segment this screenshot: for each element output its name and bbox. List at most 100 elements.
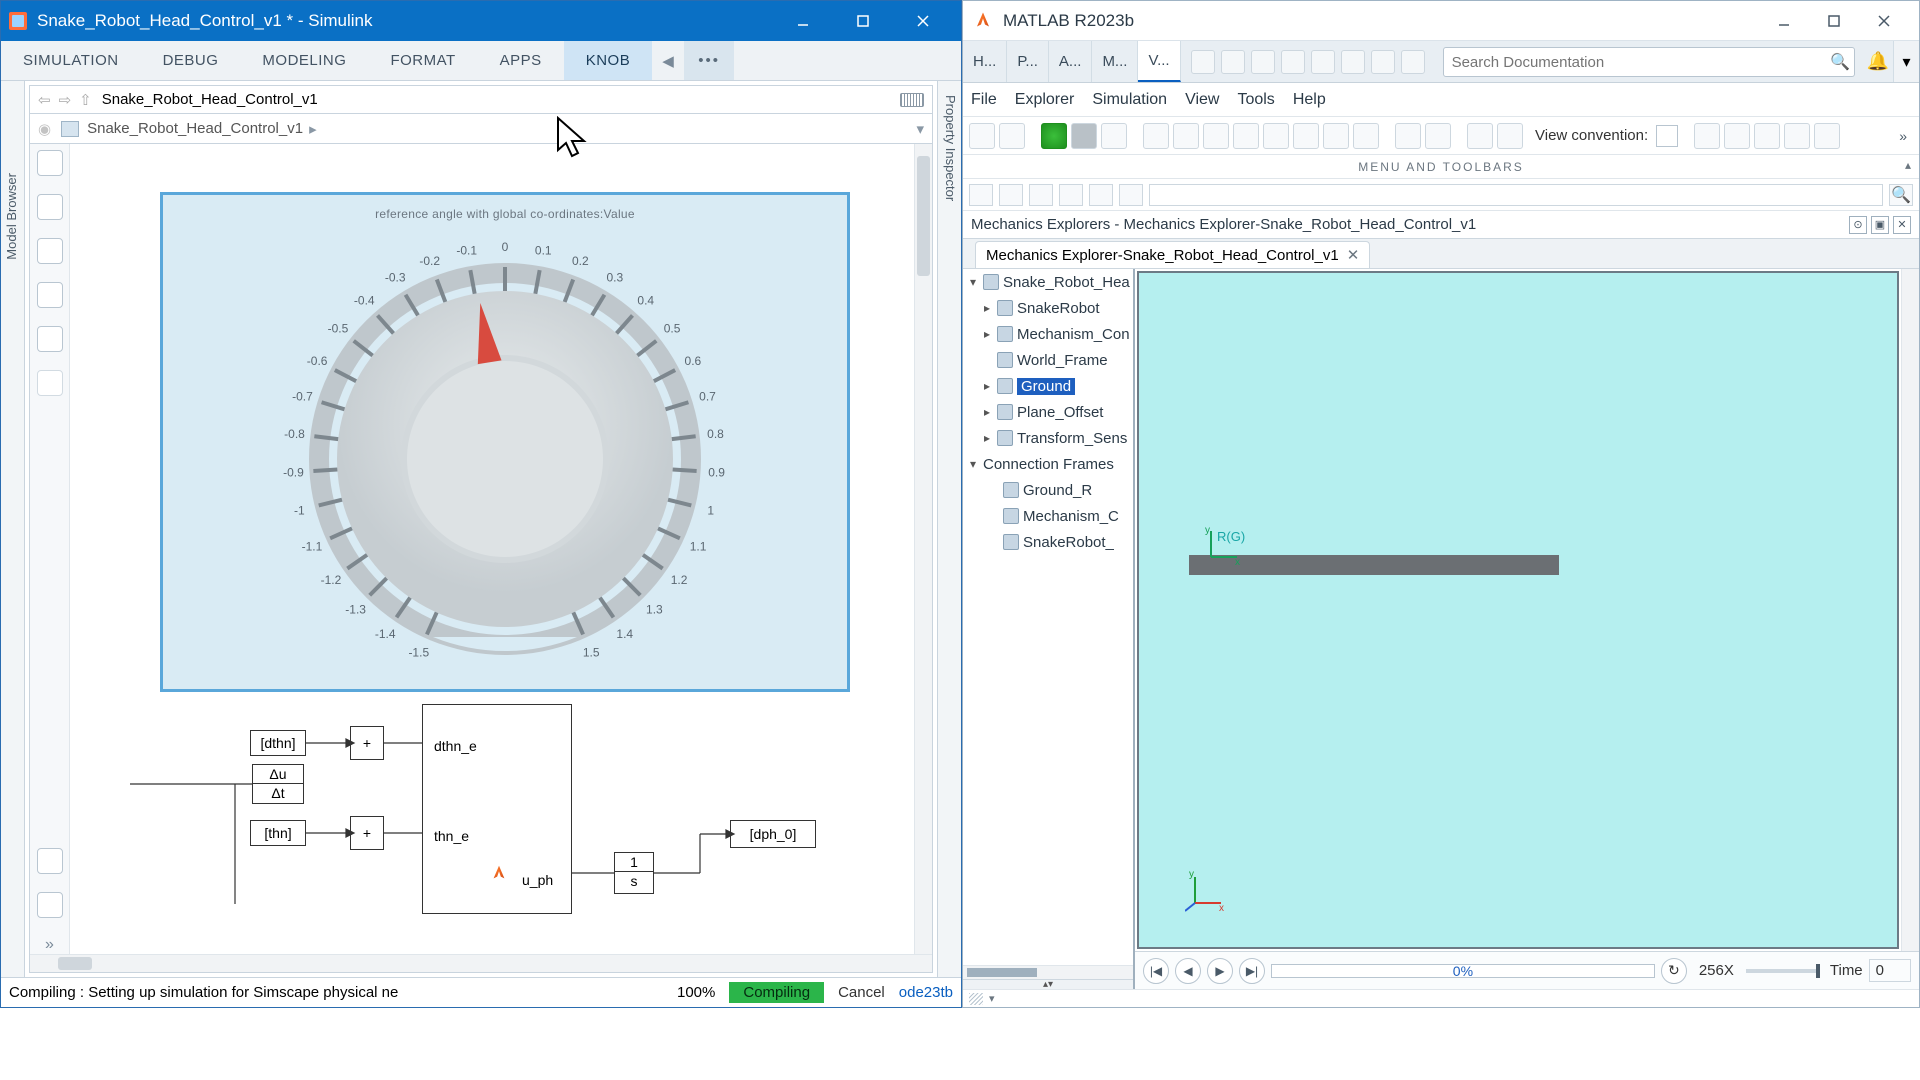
tree-root[interactable]: Snake_Robot_Hea — [1003, 274, 1130, 291]
tree-horiz-scrollbar[interactable] — [963, 965, 1133, 979]
tree-snakerobot[interactable]: SnakeRobot — [1017, 300, 1100, 317]
view-vertical-scrollbar[interactable] — [1901, 269, 1919, 951]
toolbar-overflow[interactable]: » — [1893, 128, 1913, 144]
tb-view-left[interactable] — [1293, 123, 1319, 149]
tb-new[interactable] — [969, 123, 995, 149]
maximize-button[interactable] — [833, 1, 893, 41]
tb-split-1[interactable] — [1395, 123, 1421, 149]
qat-undo[interactable] — [1281, 50, 1305, 74]
tree-connframes[interactable]: Connection Frames — [983, 456, 1114, 473]
tab-view[interactable]: V... — [1138, 41, 1180, 82]
nav-folder-4[interactable] — [1119, 184, 1143, 206]
menu-explorer[interactable]: Explorer — [1015, 91, 1075, 109]
matlab-titlebar[interactable]: MATLAB R2023b — [963, 1, 1919, 41]
qat-cut[interactable] — [1191, 50, 1215, 74]
palette-tool-4[interactable] — [37, 370, 63, 396]
palette-expand-icon[interactable]: » — [45, 936, 54, 954]
tb-view-bottom[interactable] — [1263, 123, 1289, 149]
solver-link[interactable]: ode23tb — [899, 984, 953, 1001]
toolstrip-overflow[interactable]: ••• — [684, 41, 734, 80]
view-convention-dropdown[interactable] — [1656, 125, 1678, 147]
nav-folder-1[interactable] — [1029, 184, 1053, 206]
tb-extra-2[interactable] — [1497, 123, 1523, 149]
canvas-vertical-scrollbar[interactable] — [914, 144, 932, 954]
speed-slider[interactable] — [1746, 969, 1816, 973]
tb-camera-2[interactable] — [1724, 123, 1750, 149]
model-browser-rail[interactable]: Model Browser — [1, 81, 25, 977]
doc-search-input[interactable] — [1444, 54, 1826, 71]
menu-file[interactable]: File — [971, 91, 997, 109]
close-button[interactable] — [1859, 1, 1909, 41]
tb-view-right[interactable] — [1323, 123, 1349, 149]
palette-tool-3[interactable] — [37, 326, 63, 352]
toolstrip-scroll-left[interactable]: ◀ — [652, 41, 684, 80]
ribbon-collapse[interactable]: ▾ — [1893, 41, 1919, 82]
tb-view-top[interactable] — [1233, 123, 1259, 149]
tree-ground-r[interactable]: Ground_R — [1023, 482, 1092, 499]
tab-mechanics[interactable]: M... — [1092, 41, 1138, 82]
address-search[interactable]: 🔍 — [1889, 184, 1913, 206]
playback-first[interactable]: |◀ — [1143, 958, 1169, 984]
qat-copy[interactable] — [1221, 50, 1245, 74]
playback-play[interactable]: ▶ — [1207, 958, 1233, 984]
tb-view-iso[interactable] — [1353, 123, 1379, 149]
tb-view-front[interactable] — [1173, 123, 1199, 149]
minimize-button[interactable] — [773, 1, 833, 41]
property-inspector-rail[interactable]: Property Inspector — [937, 81, 961, 977]
playback-progress[interactable]: 0% — [1271, 964, 1655, 978]
cancel-button[interactable]: Cancel — [838, 984, 885, 1001]
canvas-horizontal-scrollbar[interactable] — [30, 954, 932, 972]
tab-home[interactable]: H... — [963, 41, 1007, 82]
tab-modeling[interactable]: MODELING — [240, 41, 368, 80]
tree-mechanism-c[interactable]: Mechanism_C — [1023, 508, 1119, 525]
tab-knob[interactable]: KNOB — [564, 41, 653, 80]
keyboard-icon[interactable] — [900, 93, 924, 107]
playback-prev[interactable]: ◀ — [1175, 958, 1201, 984]
palette-tool-1[interactable] — [37, 238, 63, 264]
palette-bottom-1[interactable] — [37, 848, 63, 874]
doc-search[interactable]: 🔍 — [1443, 47, 1855, 77]
qat-paste[interactable] — [1251, 50, 1275, 74]
dock-actions-icon[interactable]: ⊙ — [1849, 216, 1867, 234]
tb-zoom-box[interactable] — [1143, 123, 1169, 149]
tree-planeoffset[interactable]: Plane_Offset — [1017, 404, 1103, 421]
breadcrumb-nav[interactable]: ⇦⇨⇧ — [38, 91, 92, 109]
tb-stop[interactable] — [1071, 123, 1097, 149]
tb-camera-3[interactable] — [1754, 123, 1780, 149]
qat-redo[interactable] — [1311, 50, 1335, 74]
tree-worldframe[interactable]: World_Frame — [1017, 352, 1108, 369]
model-path-bar[interactable]: ◉ Snake_Robot_Head_Control_v1 ▸ ▾ — [30, 114, 932, 144]
palette-tool-2[interactable] — [37, 282, 63, 308]
nav-back[interactable] — [969, 184, 993, 206]
tree-ground[interactable]: Ground — [1017, 378, 1075, 395]
tree-transformsens[interactable]: Transform_Sens — [1017, 430, 1127, 447]
nav-fwd[interactable] — [999, 184, 1023, 206]
nav-folder-2[interactable] — [1059, 184, 1083, 206]
palette-zoom[interactable] — [37, 150, 63, 176]
qat-help[interactable] — [1371, 50, 1395, 74]
menu-tools[interactable]: Tools — [1237, 91, 1274, 109]
tb-split-2[interactable] — [1425, 123, 1451, 149]
playback-loop[interactable]: ↻ — [1661, 958, 1687, 984]
palette-bottom-2[interactable] — [37, 892, 63, 918]
tab-format[interactable]: FORMAT — [368, 41, 477, 80]
nav-folder-3[interactable] — [1089, 184, 1113, 206]
tree-splitter[interactable]: ▴▾ — [963, 979, 1133, 989]
menu-help[interactable]: Help — [1293, 91, 1326, 109]
tab-apps[interactable]: APPS — [478, 41, 564, 80]
collapse-toolbar-icon[interactable]: ▴ — [1905, 158, 1913, 172]
minimize-button[interactable] — [1759, 1, 1809, 41]
tb-extra-1[interactable] — [1467, 123, 1493, 149]
tb-run[interactable] — [1041, 123, 1067, 149]
tab-plots[interactable]: P... — [1007, 41, 1049, 82]
document-tab[interactable]: Mechanics Explorer-Snake_Robot_Head_Cont… — [975, 241, 1370, 268]
simulink-canvas[interactable]: reference angle with global co-ordinates… — [70, 144, 914, 954]
tree-mechconf[interactable]: Mechanism_Con — [1017, 326, 1130, 343]
path-dropdown-icon[interactable]: ▾ — [916, 120, 924, 138]
current-folder-path[interactable] — [1149, 184, 1883, 206]
mechanics-3d-view[interactable]: R(G) y x y x — [1137, 271, 1899, 949]
qat-community[interactable] — [1401, 50, 1425, 74]
palette-fit[interactable] — [37, 194, 63, 220]
tb-view-back[interactable] — [1203, 123, 1229, 149]
menu-simulation[interactable]: Simulation — [1092, 91, 1167, 109]
